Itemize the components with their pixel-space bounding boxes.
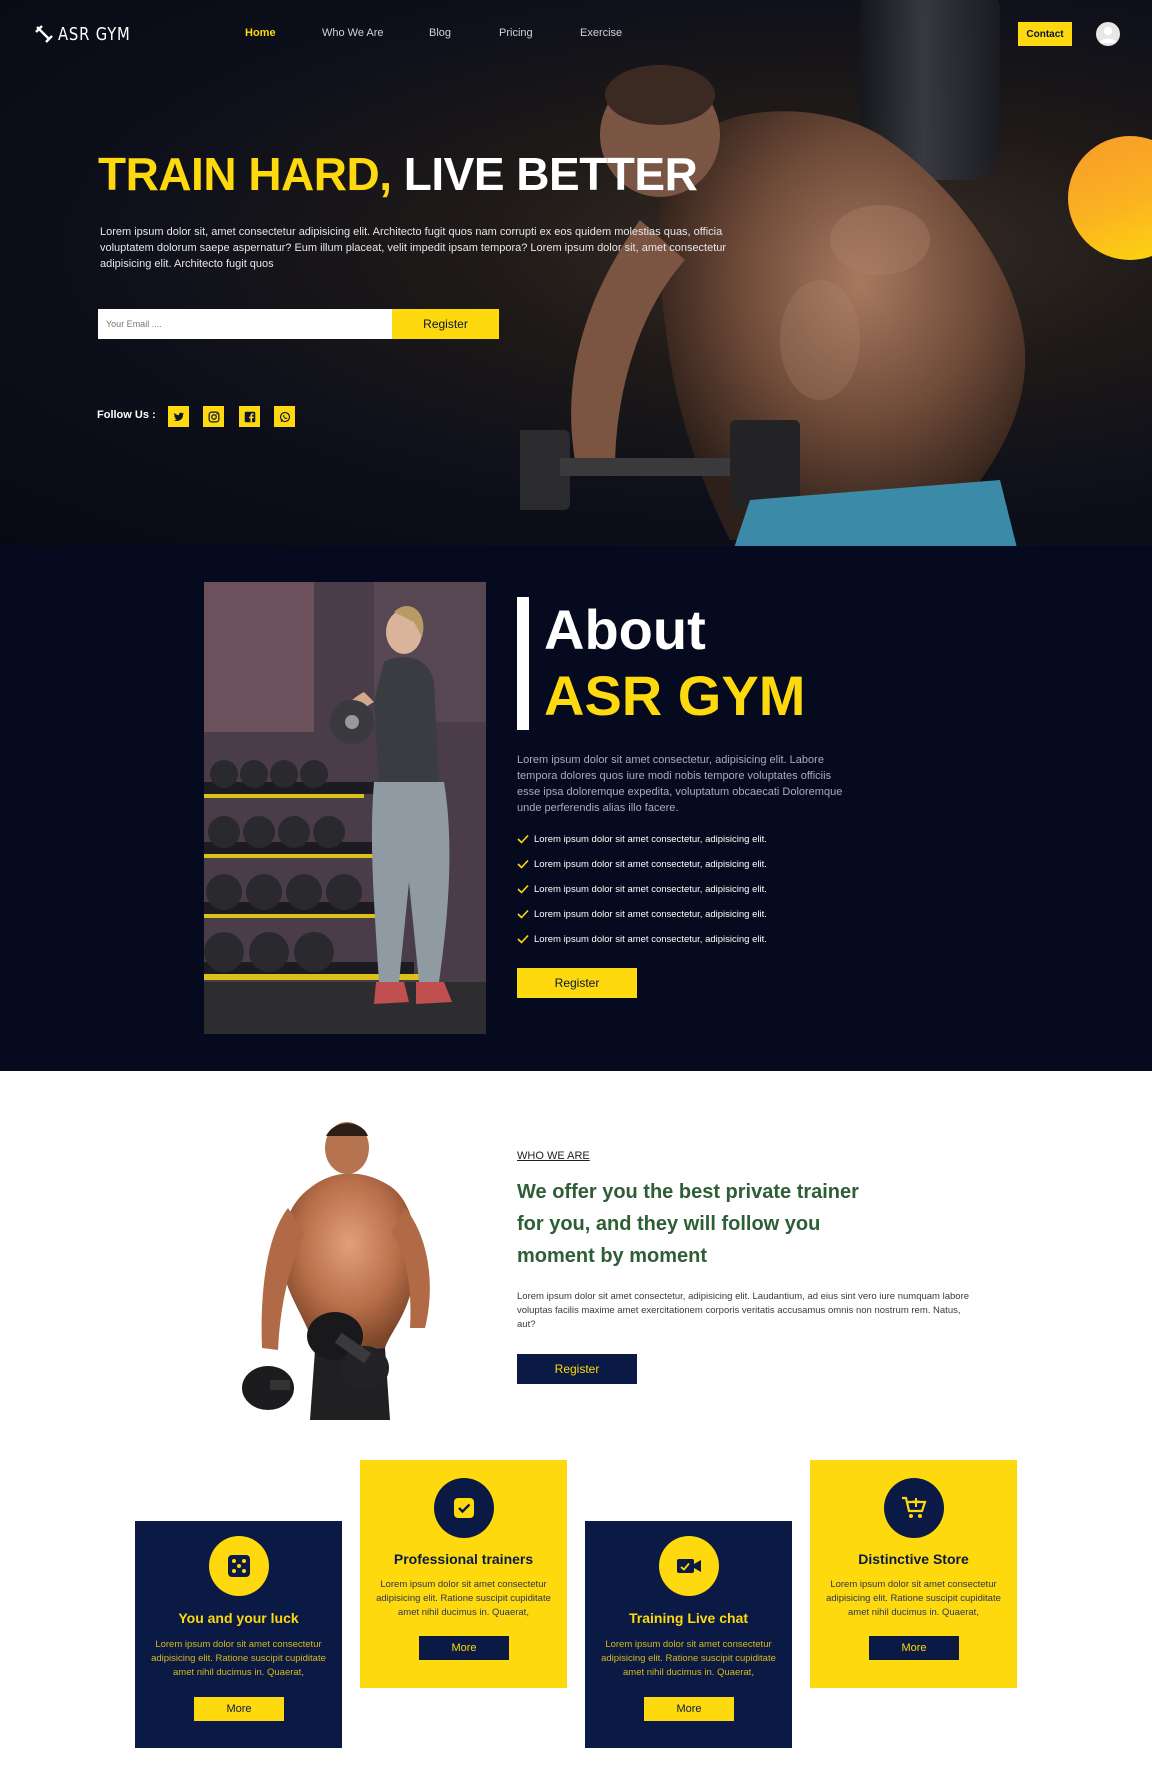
facebook-icon[interactable]	[239, 406, 260, 427]
video-chat-icon	[659, 1536, 719, 1596]
nav-link-who-we-are[interactable]: Who We Are	[322, 27, 384, 39]
checkmark-icon	[517, 859, 529, 869]
brand-name: ASR GYM	[58, 23, 131, 45]
whatsapp-icon[interactable]	[274, 406, 295, 427]
hero-register-button[interactable]: Register	[392, 309, 499, 339]
checkmark-icon	[517, 834, 529, 844]
checklist-text: Lorem ipsum dolor sit amet consectetur, …	[534, 883, 767, 895]
dumbbell-logo-icon	[35, 25, 53, 43]
who-we-are-eyebrow: WHO WE ARE	[517, 1150, 590, 1162]
hero-athlete-image	[520, 65, 1026, 546]
feature-card-store: Distinctive Store Lorem ipsum dolor sit …	[810, 1460, 1017, 1688]
checklist-text: Lorem ipsum dolor sit amet consectetur, …	[534, 833, 767, 845]
who-we-are-description: Lorem ipsum dolor sit amet consectetur, …	[517, 1291, 970, 1330]
hero-title-highlight: TRAIN HARD,	[98, 148, 392, 200]
checkmark-icon	[517, 934, 529, 944]
card-description: Lorem ipsum dolor sit amet consectetur a…	[601, 1639, 776, 1678]
card-more-button[interactable]: More	[644, 1697, 734, 1721]
hero-title-rest: LIVE BETTER	[403, 148, 698, 200]
who-register-button[interactable]: Register	[517, 1354, 637, 1384]
user-avatar-icon[interactable]	[1096, 22, 1120, 46]
feature-card-live-chat: Training Live chat Lorem ipsum dolor sit…	[585, 1521, 792, 1748]
card-title: Professional trainers	[393, 1551, 534, 1567]
twitter-icon[interactable]	[168, 406, 189, 427]
about-accent-bar	[517, 597, 529, 730]
checklist-item: Lorem ipsum dolor sit amet consectetur, …	[517, 882, 767, 896]
email-input[interactable]	[98, 309, 392, 339]
checklist-text: Lorem ipsum dolor sit amet consectetur, …	[534, 908, 767, 920]
instagram-icon[interactable]	[203, 406, 224, 427]
hero-description: Lorem ipsum dolor sit, amet consectetur …	[100, 226, 727, 270]
about-heading: About	[544, 598, 706, 661]
contact-button[interactable]: Contact	[1018, 22, 1072, 46]
brand-logo[interactable]: ASR GYM	[34, 22, 147, 46]
checklist-text: Lorem ipsum dolor sit amet consectetur, …	[534, 933, 767, 945]
cart-icon	[884, 1478, 944, 1538]
checklist-item: Lorem ipsum dolor sit amet consectetur, …	[517, 857, 767, 871]
card-description: Lorem ipsum dolor sit amet consectetur a…	[151, 1639, 326, 1678]
feature-card-luck: You and your luck Lorem ipsum dolor sit …	[135, 1521, 342, 1748]
checkbox-icon	[434, 1478, 494, 1538]
decorative-orb	[1068, 136, 1152, 260]
nav-link-exercise[interactable]: Exercise	[580, 27, 622, 39]
checklist-item: Lorem ipsum dolor sit amet consectetur, …	[517, 932, 767, 946]
feature-card-trainers: Professional trainers Lorem ipsum dolor …	[360, 1460, 567, 1688]
follow-us-label: Follow Us :	[97, 409, 156, 421]
checkmark-icon	[517, 884, 529, 894]
dice-icon	[209, 1536, 269, 1596]
checklist-text: Lorem ipsum dolor sit amet consectetur, …	[534, 858, 767, 870]
who-we-are-title: We offer you the best private trainer fo…	[517, 1181, 859, 1267]
nav-link-home[interactable]: Home	[245, 27, 276, 39]
card-more-button[interactable]: More	[419, 1636, 509, 1660]
checklist-item: Lorem ipsum dolor sit amet consectetur, …	[517, 832, 767, 846]
nav-link-blog[interactable]: Blog	[429, 27, 451, 39]
card-more-button[interactable]: More	[194, 1697, 284, 1721]
about-description: Lorem ipsum dolor sit amet consectetur, …	[517, 754, 843, 814]
card-description: Lorem ipsum dolor sit amet consectetur a…	[376, 1579, 551, 1618]
about-heading-brand: ASR GYM	[544, 664, 806, 727]
about-woman-dumbbell-image	[204, 582, 486, 1034]
hero-title: TRAIN HARD, LIVE BETTER	[98, 146, 698, 202]
hero-section: ASR GYM Home Who We Are Blog Pricing Exe…	[0, 0, 1152, 546]
card-title: Distinctive Store	[858, 1551, 969, 1567]
card-more-button[interactable]: More	[869, 1636, 959, 1660]
about-register-button[interactable]: Register	[517, 968, 637, 998]
nav-link-pricing[interactable]: Pricing	[499, 27, 533, 39]
checkmark-icon	[517, 909, 529, 919]
checklist-item: Lorem ipsum dolor sit amet consectetur, …	[517, 907, 767, 921]
navbar: ASR GYM Home Who We Are Blog Pricing Exe…	[0, 0, 1152, 68]
card-description: Lorem ipsum dolor sit amet consectetur a…	[826, 1579, 1001, 1618]
card-title: You and your luck	[178, 1610, 299, 1626]
trainer-image	[242, 1122, 430, 1420]
card-title: Training Live chat	[628, 1610, 749, 1626]
